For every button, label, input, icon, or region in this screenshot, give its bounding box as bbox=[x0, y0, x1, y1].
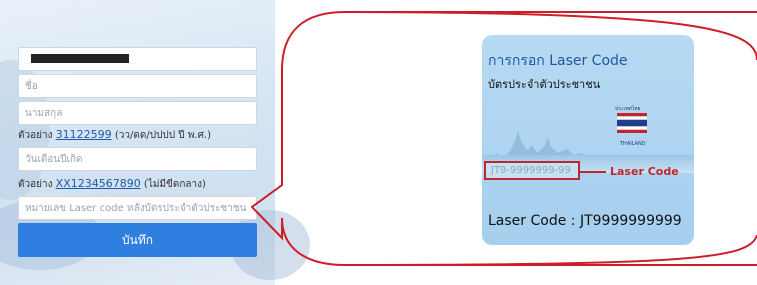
pointer-line bbox=[580, 171, 606, 173]
card-subtitle: บัตรประจำตัวประชาชน bbox=[488, 78, 601, 91]
country-label: THAILAND bbox=[620, 141, 646, 147]
laser-code-highlight: JT9-9999999-99 bbox=[484, 161, 580, 180]
laser-code-label: Laser Code bbox=[610, 165, 679, 178]
sample-laser-code: JT9-9999999-99 bbox=[491, 165, 571, 176]
card-title: การกรอก Laser Code bbox=[488, 53, 628, 69]
flag-caption: ประเทศไทย bbox=[615, 106, 641, 112]
laser-code-example: Laser Code : JT9999999999 bbox=[488, 213, 682, 229]
thai-flag-icon bbox=[617, 113, 647, 133]
id-card-illustration: การกรอก Laser Code บัตรประจำตัวประชาชน ป… bbox=[482, 35, 694, 245]
